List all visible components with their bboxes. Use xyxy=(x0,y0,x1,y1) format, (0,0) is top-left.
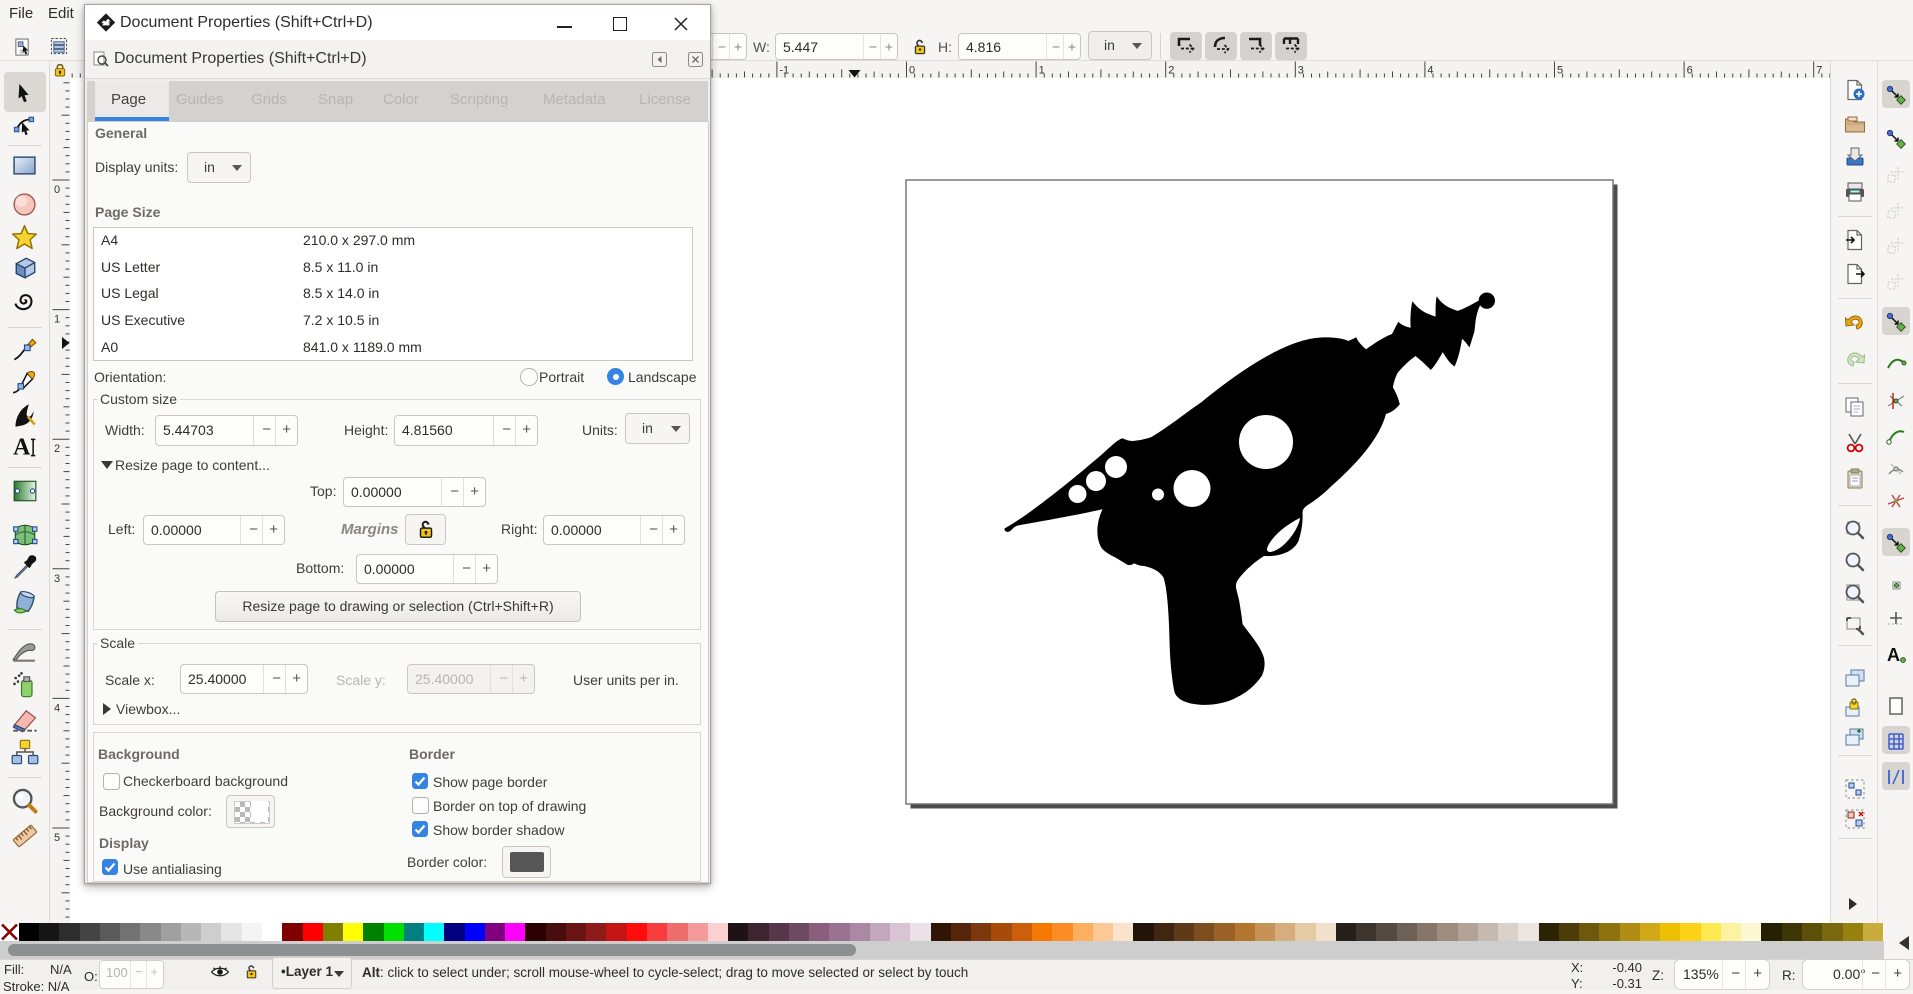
svg-text:5: 5 xyxy=(54,832,60,844)
svg-text:1: 1 xyxy=(54,314,60,326)
svg-text:A: A xyxy=(1887,645,1900,665)
svg-text:A: A xyxy=(13,435,31,460)
svg-text:4: 4 xyxy=(54,702,60,714)
svg-text:0: 0 xyxy=(54,184,60,196)
svg-text:2: 2 xyxy=(54,443,60,455)
svg-text:-1: -1 xyxy=(779,65,789,77)
svg-text:3: 3 xyxy=(54,573,60,585)
